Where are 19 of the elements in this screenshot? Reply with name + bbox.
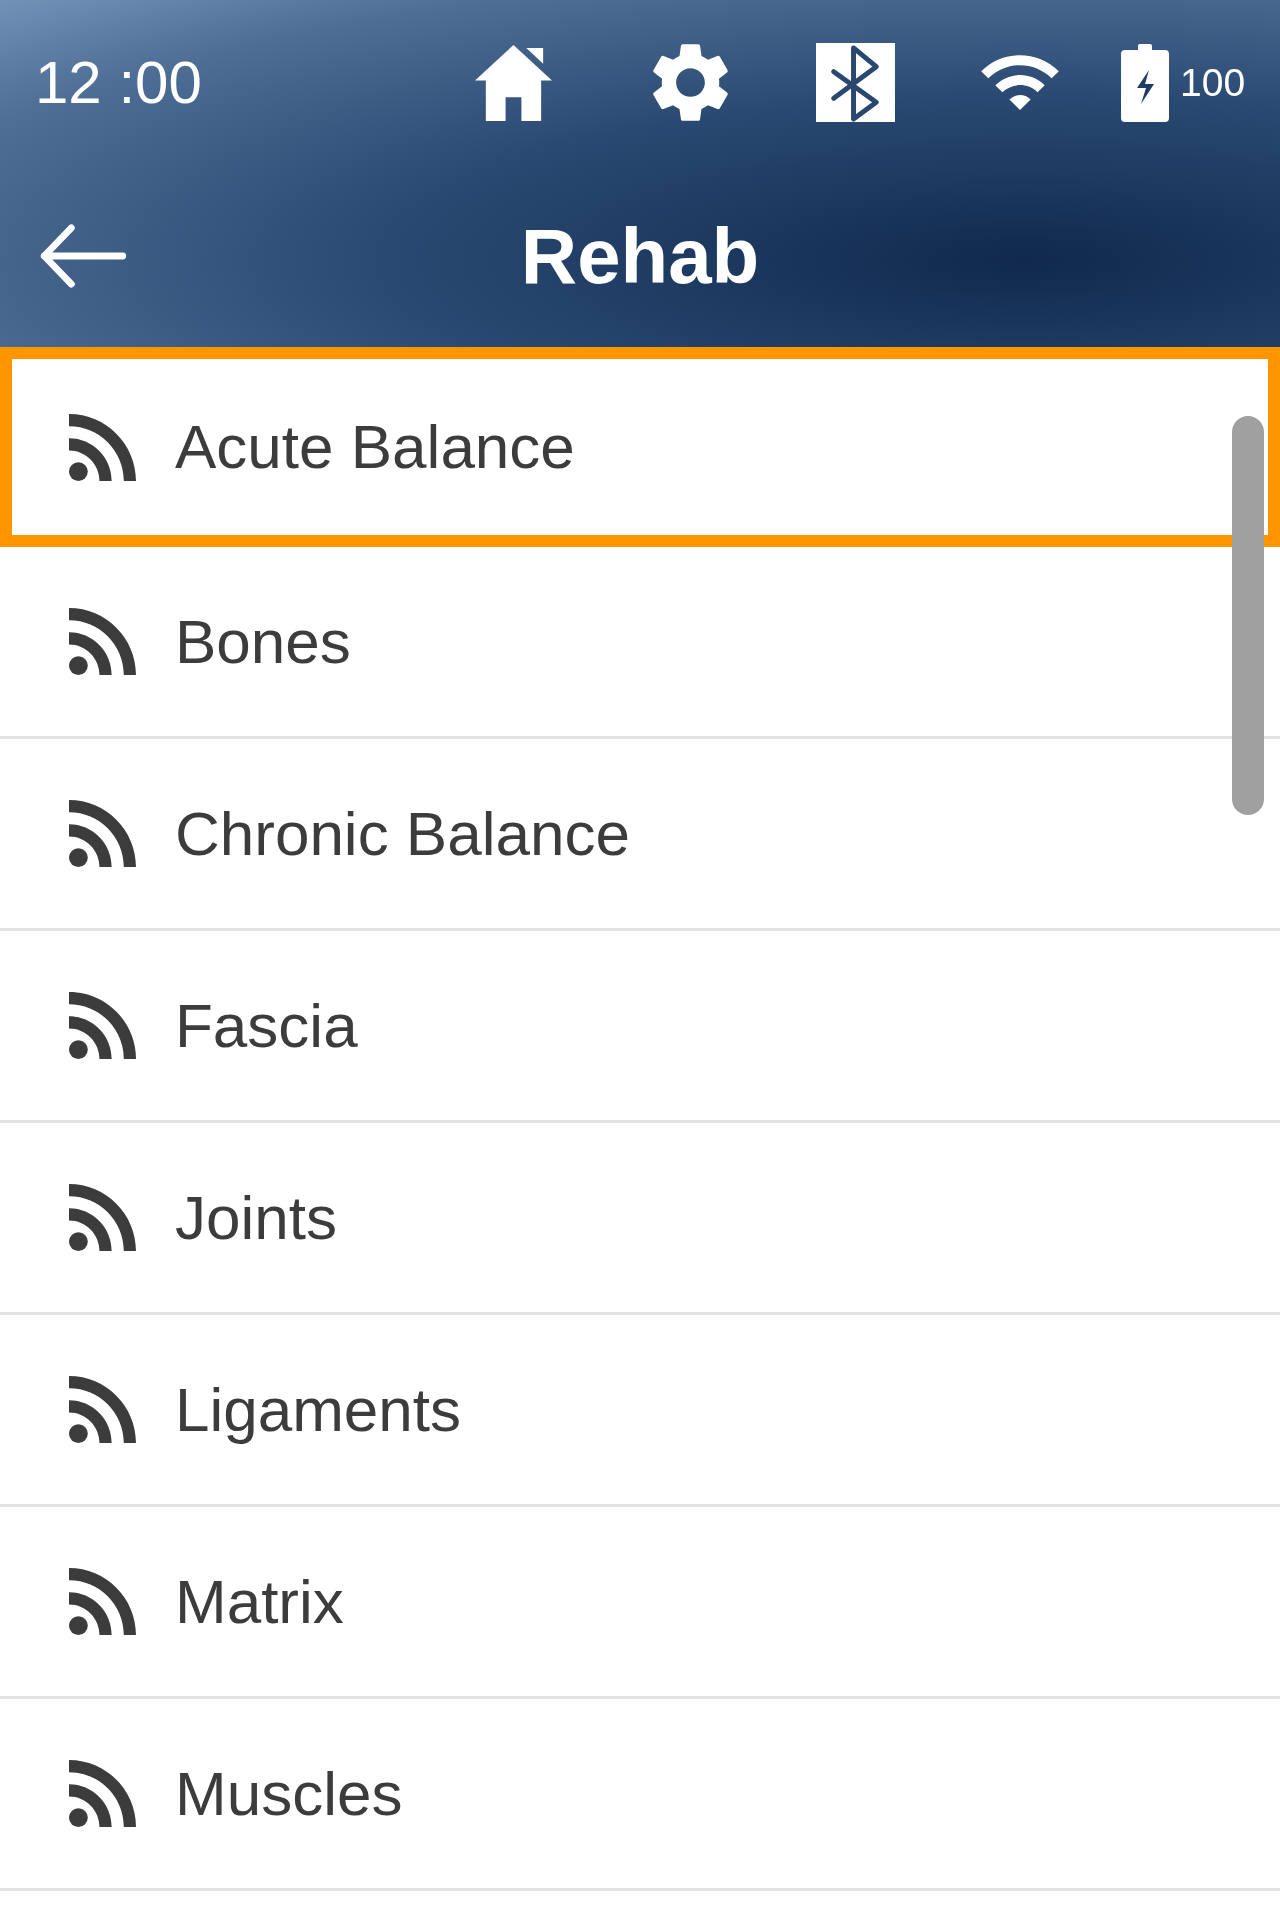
rss-icon [69,800,136,867]
rss-icon [69,1760,136,1827]
rss-icon [69,992,136,1059]
bluetooth-icon [816,43,895,122]
battery-charging-icon [1121,43,1169,122]
rss-icon [69,1184,136,1251]
rss-icon [69,413,136,481]
home-icon[interactable] [474,43,553,122]
rss-icon [69,1568,136,1635]
battery-percent: 100 [1180,63,1246,102]
list-item[interactable]: Acute Balance [0,347,1280,547]
wifi-icon [981,55,1059,110]
settings-icon[interactable] [651,43,730,122]
page-title: Rehab [520,217,760,295]
back-button[interactable] [39,224,127,288]
rss-icon [69,1376,136,1443]
rss-icon [69,608,136,675]
clock-time: 12 :00 [35,48,202,116]
back-arrow-icon [39,224,127,288]
